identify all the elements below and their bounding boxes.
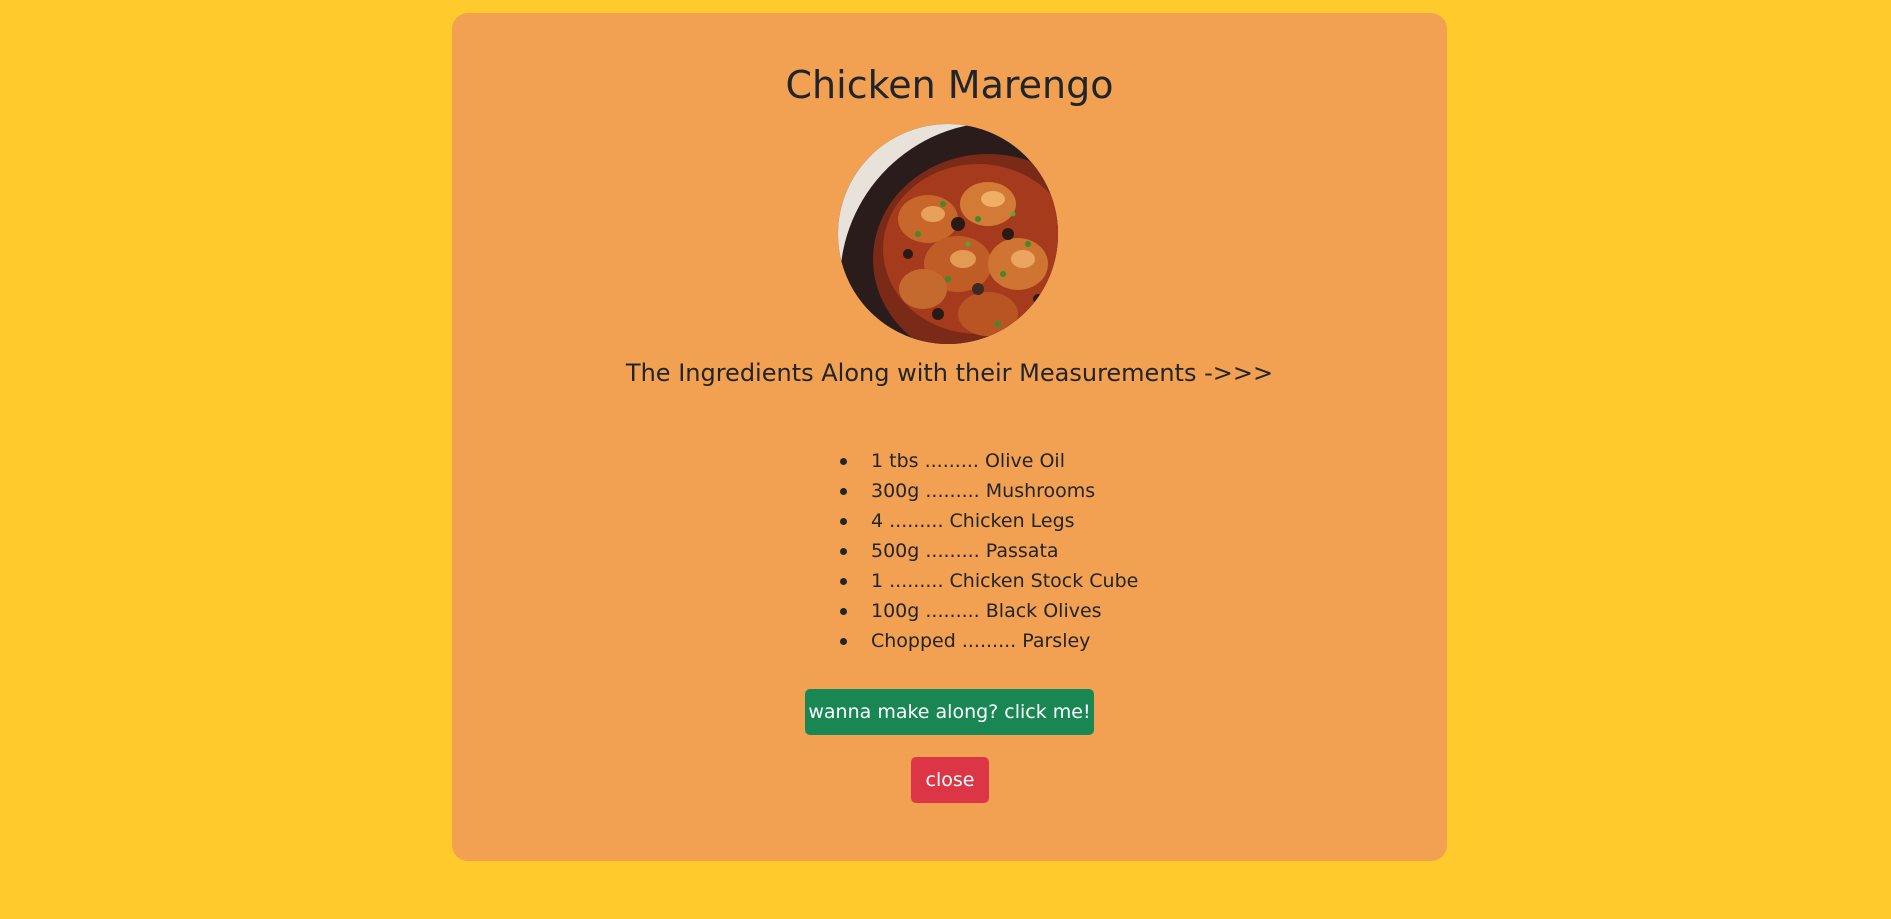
ingredient-text: 1 ......... Chicken Stock Cube — [871, 570, 1139, 592]
ingredient-text: 1 tbs ......... Olive Oil — [871, 450, 1065, 472]
bullet-icon — [840, 638, 847, 645]
bullet-icon — [840, 518, 847, 525]
ingredient-text: 100g ......... Black Olives — [871, 600, 1102, 622]
list-item: Chopped ......... Parsley — [818, 626, 1138, 656]
ingredient-text: 4 ......... Chicken Legs — [871, 510, 1075, 532]
bullet-icon — [840, 458, 847, 465]
list-item: 1 tbs ......... Olive Oil — [818, 446, 1138, 476]
bullet-icon — [840, 488, 847, 495]
recipe-photo — [838, 124, 1058, 344]
list-item: 4 ......... Chicken Legs — [818, 506, 1138, 536]
close-button[interactable]: close — [911, 757, 989, 803]
bullet-icon — [840, 578, 847, 585]
ingredients-list: 1 tbs ......... Olive Oil 300g .........… — [818, 446, 1138, 656]
bullet-icon — [840, 548, 847, 555]
ingredients-heading: The Ingredients Along with their Measure… — [625, 359, 1274, 387]
list-item: 100g ......... Black Olives — [818, 596, 1138, 626]
make-along-button[interactable]: wanna make along? click me! — [805, 689, 1094, 735]
ingredient-text: 500g ......... Passata — [871, 540, 1059, 562]
ingredient-text: 300g ......... Mushrooms — [871, 480, 1096, 502]
list-item: 1 ......... Chicken Stock Cube — [818, 566, 1138, 596]
bullet-icon — [840, 608, 847, 615]
list-item: 500g ......... Passata — [818, 536, 1138, 566]
recipe-modal: Chicken Marengo The Ingredients Along wi… — [452, 13, 1447, 861]
recipe-title: Chicken Marengo — [785, 63, 1114, 107]
ingredient-text: Chopped ......... Parsley — [871, 630, 1091, 652]
list-item: 300g ......... Mushrooms — [818, 476, 1138, 506]
